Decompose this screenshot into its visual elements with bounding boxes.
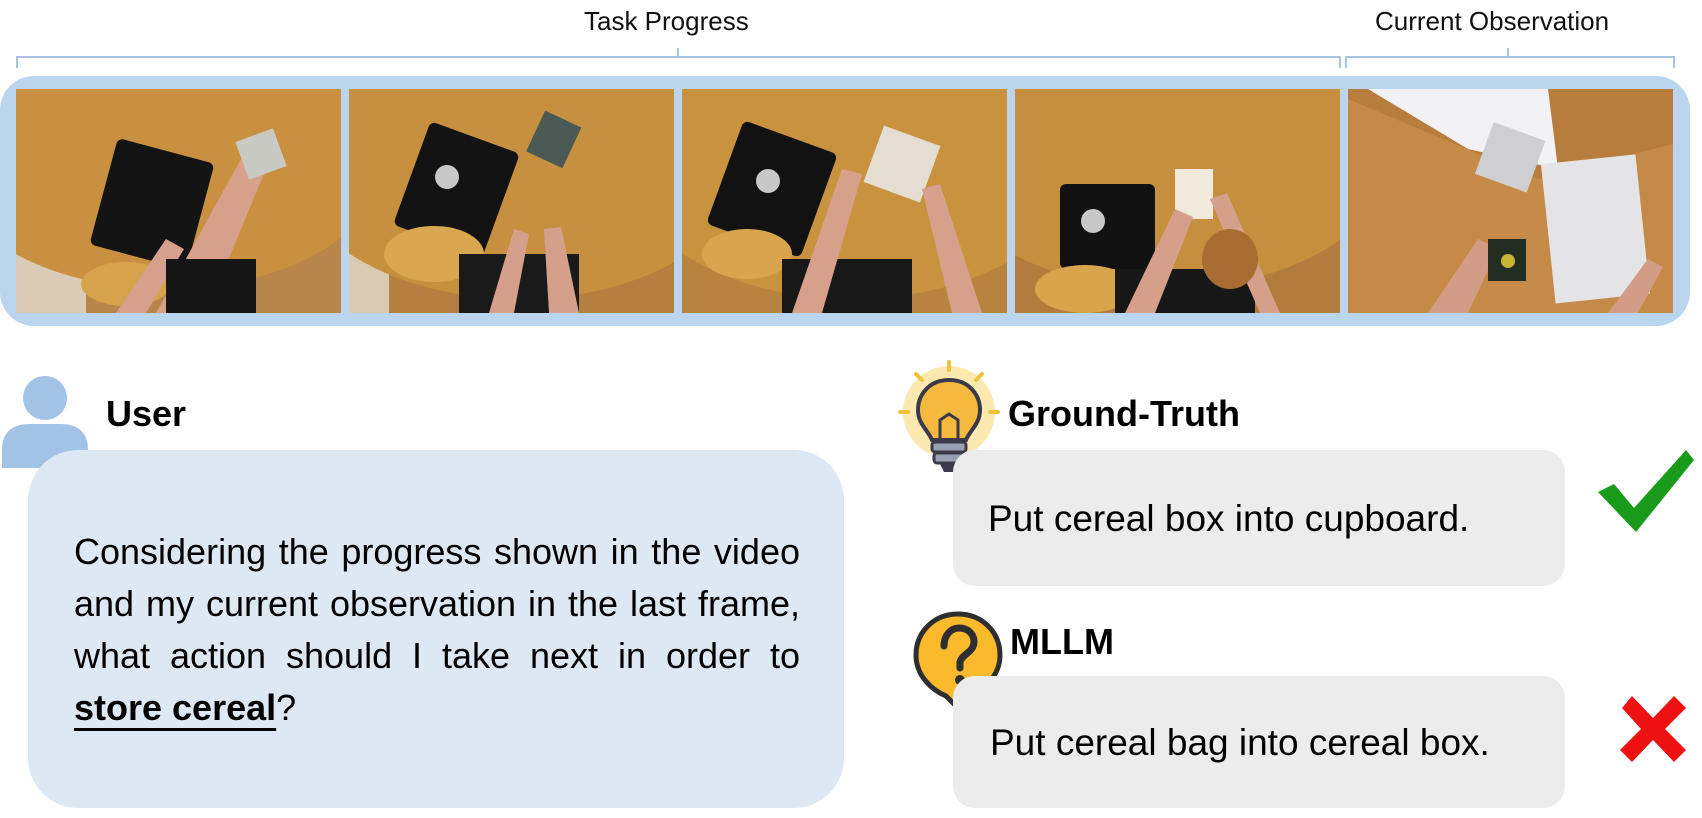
- ground-truth-answer-text: Put cereal box into cupboard.: [988, 498, 1470, 539]
- cross-mark-icon: [1614, 690, 1692, 768]
- task-progress-label: Task Progress: [584, 6, 749, 36]
- progress-frame-3: [682, 89, 1007, 313]
- ground-truth-speaker-label: Ground-Truth: [1008, 393, 1240, 434]
- video-frame-strip: [0, 76, 1690, 326]
- mllm-speaker-label: MLLM: [1010, 621, 1114, 662]
- progress-frame-2: [349, 89, 674, 313]
- mllm-answer-text: Put cereal bag into cereal box.: [990, 722, 1490, 763]
- task-progress-bracket: [16, 48, 1341, 68]
- current-observation-bracket: [1345, 48, 1675, 68]
- question-prefix: Considering the progress shown in the vi…: [74, 531, 800, 676]
- current-observation-frame: [1348, 89, 1673, 313]
- user-question-text: Considering the progress shown in the vi…: [74, 526, 800, 734]
- question-suffix: ?: [276, 687, 297, 728]
- progress-frame-1: [16, 89, 341, 313]
- check-mark-icon: [1594, 446, 1700, 536]
- user-speaker-label: User: [106, 393, 187, 434]
- question-keyword: store cereal: [74, 687, 277, 728]
- progress-frame-4: [1015, 89, 1340, 313]
- current-observation-label: Current Observation: [1375, 6, 1610, 36]
